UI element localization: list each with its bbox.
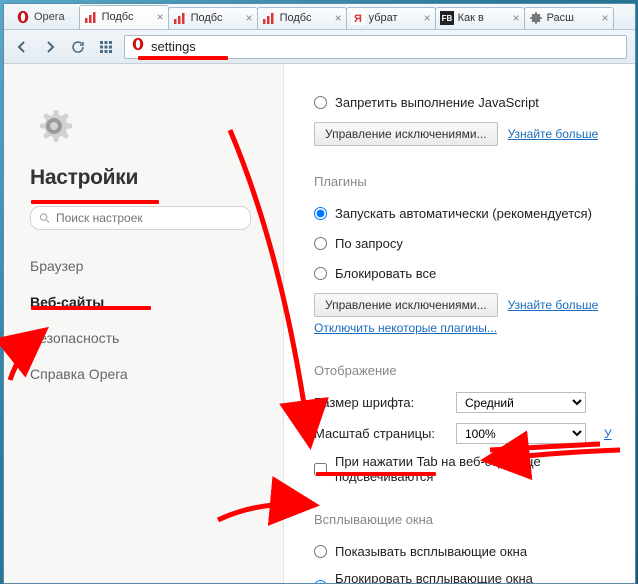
tab-label: Подбс — [280, 12, 312, 24]
settings-sidebar: Настройки Браузер Веб-сайты Безопасность… — [4, 64, 284, 583]
search-input[interactable] — [56, 211, 242, 225]
radio-plugins-demand[interactable] — [314, 237, 327, 250]
fb-icon: FB — [440, 11, 454, 25]
label-tab-highlight: При нажатии Tab на веб-странице подсвечи… — [335, 454, 635, 484]
tab[interactable]: Расш × — [524, 7, 614, 29]
opera-menu-button[interactable]: Opera — [8, 8, 73, 26]
sidebar-item-browser[interactable]: Браузер — [30, 248, 251, 284]
link-plugins-disable[interactable]: Отключить некоторые плагины... — [314, 321, 497, 335]
label-plugins-block: Блокировать все — [335, 266, 436, 281]
plugins-title: Плагины — [314, 174, 635, 189]
sidebar-search[interactable] — [30, 206, 251, 230]
puzzle-icon — [529, 11, 543, 25]
link-js-learn[interactable]: Узнайте больше — [508, 127, 599, 141]
tab-label: Расш — [547, 12, 574, 24]
opera-label: Opera — [34, 11, 65, 23]
search-icon — [39, 212, 50, 224]
content: Настройки Браузер Веб-сайты Безопасность… — [4, 64, 635, 583]
btn-plugins-exceptions[interactable]: Управление исключениями... — [314, 293, 498, 317]
label-js-deny: Запретить выполнение JavaScript — [335, 95, 539, 110]
tab-strip: Подбс × Подбс × Подбс × Яубрат × FB Как в × Ра… — [79, 5, 613, 29]
label-plugins-auto: Запускать автоматически (рекомендуется) — [335, 206, 592, 221]
bars-icon — [173, 11, 187, 25]
radio-popups-block[interactable] — [314, 580, 327, 584]
close-icon[interactable]: × — [246, 12, 253, 24]
popups-title: Всплывающие окна — [314, 512, 635, 527]
tab-label: Как в — [458, 12, 484, 24]
tab-label: Подбс — [102, 11, 134, 23]
radio-js-deny[interactable] — [314, 96, 327, 109]
label-popups-block: Блокировать всплывающие окна (рекомендуе… — [335, 571, 635, 583]
sidebar-title: Настройки — [30, 166, 251, 190]
tab[interactable]: Подбс × — [168, 7, 258, 29]
section-plugins: Плагины Запускать автоматически (рекомен… — [314, 174, 635, 335]
yandex-icon: Я — [351, 11, 365, 25]
zoom-label: Масштаб страницы: — [314, 426, 444, 441]
opera-icon — [131, 37, 145, 56]
tab[interactable]: Подбс × — [79, 5, 169, 29]
address-text: settings — [151, 39, 196, 54]
tab[interactable]: Яубрат × — [346, 7, 436, 29]
link-plugins-learn[interactable]: Узнайте больше — [508, 298, 599, 312]
radio-plugins-block[interactable] — [314, 267, 327, 280]
close-icon[interactable]: × — [424, 12, 431, 24]
bars-icon — [262, 11, 276, 25]
forward-button[interactable] — [40, 37, 60, 57]
close-icon[interactable]: × — [157, 11, 164, 23]
tab-label: убрат — [369, 12, 398, 24]
label-plugins-demand: По запросу — [335, 236, 403, 251]
toolbar: settings — [4, 30, 635, 64]
checkbox-tab-highlight[interactable] — [314, 463, 327, 476]
browser-window: Opera Подбс × Подбс × Подбс × Яубрат × FB Как… — [3, 3, 636, 584]
close-icon[interactable]: × — [513, 12, 520, 24]
close-icon[interactable]: × — [335, 12, 342, 24]
display-title: Отображение — [314, 363, 635, 378]
zoom-select[interactable]: 100% — [456, 423, 586, 444]
link-zoom-learn[interactable]: У — [604, 427, 612, 441]
gear-icon — [30, 102, 78, 150]
settings-main: Запретить выполнение JavaScript Управлен… — [284, 64, 635, 583]
sidebar-item-security[interactable]: Безопасность — [30, 320, 251, 356]
titlebar: Opera Подбс × Подбс × Подбс × Яубрат × FB Как… — [4, 4, 635, 30]
back-button[interactable] — [12, 37, 32, 57]
tab-label: Подбс — [191, 12, 223, 24]
btn-js-exceptions[interactable]: Управление исключениями... — [314, 122, 498, 146]
speed-dial-button[interactable] — [96, 37, 116, 57]
radio-plugins-auto[interactable] — [314, 207, 327, 220]
label-popups-show: Показывать всплывающие окна — [335, 544, 527, 559]
close-icon[interactable]: × — [602, 12, 609, 24]
tab[interactable]: FB Как в × — [435, 7, 525, 29]
fontsize-label: Размер шрифта: — [314, 395, 444, 410]
svg-text:Я: Я — [354, 13, 362, 25]
address-bar[interactable]: settings — [124, 35, 627, 59]
reload-button[interactable] — [68, 37, 88, 57]
svg-text:FB: FB — [441, 14, 452, 23]
section-display: Отображение Размер шрифта: Средний Масшт… — [314, 363, 635, 484]
section-js: Запретить выполнение JavaScript Управлен… — [314, 92, 635, 146]
section-popups: Всплывающие окна Показывать всплывающие … — [314, 512, 635, 583]
sidebar-item-help[interactable]: Справка Opera — [30, 356, 251, 392]
bars-icon — [84, 10, 98, 24]
fontsize-select[interactable]: Средний — [456, 392, 586, 413]
sidebar-item-websites[interactable]: Веб-сайты — [30, 284, 251, 320]
radio-popups-show[interactable] — [314, 545, 327, 558]
tab[interactable]: Подбс × — [257, 7, 347, 29]
